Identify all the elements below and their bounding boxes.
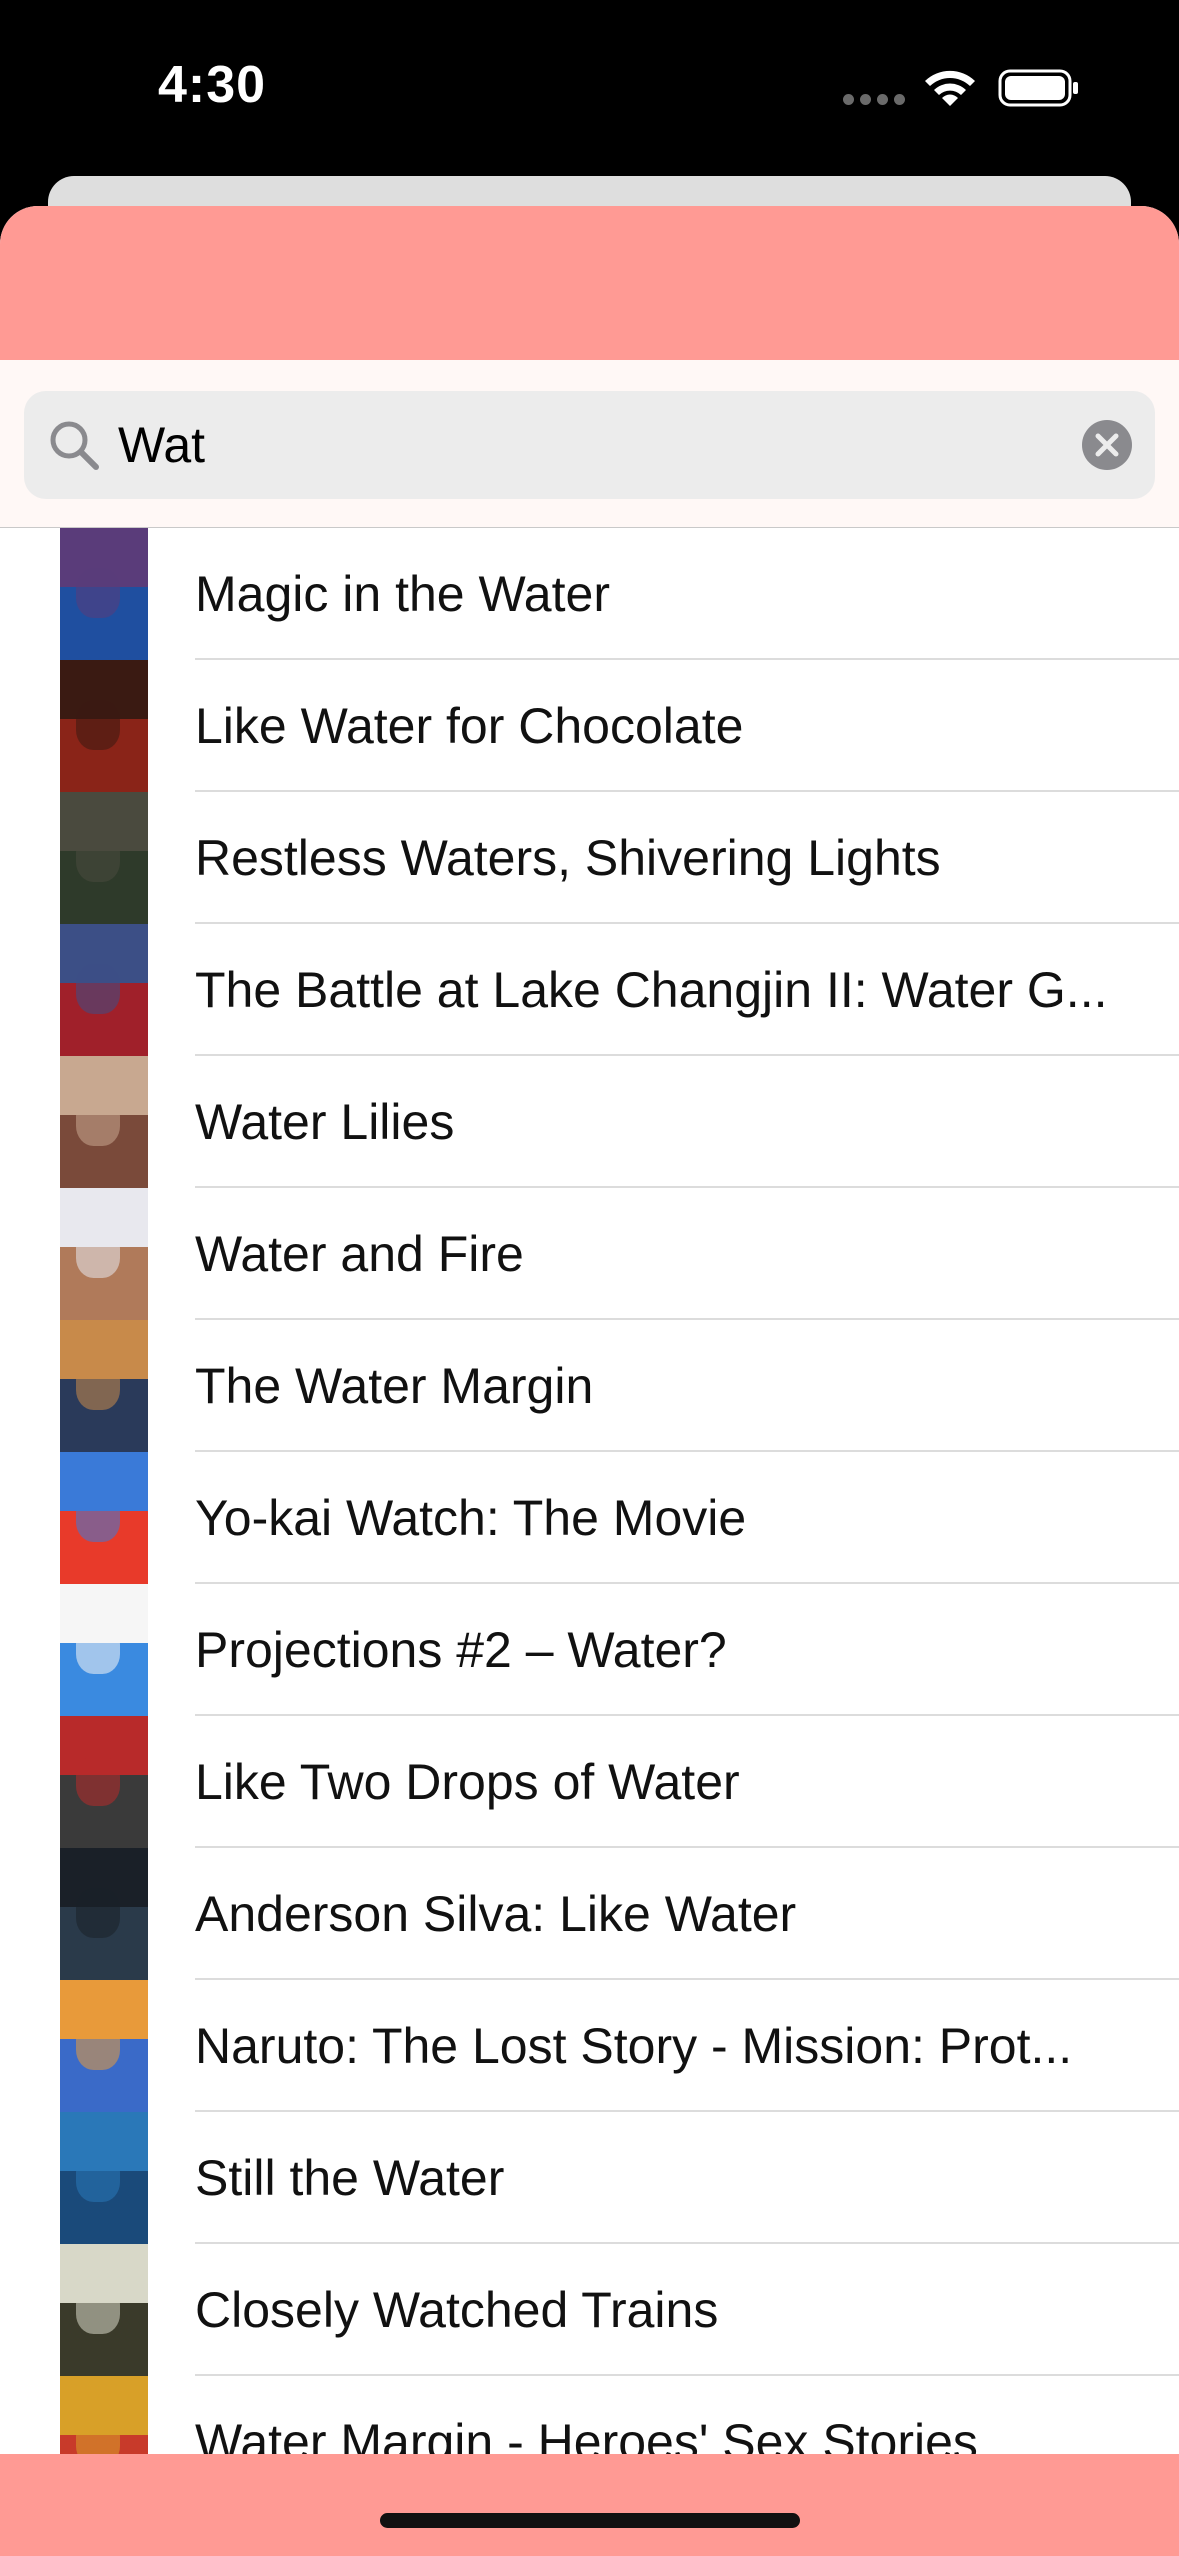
- cellular-signal-icon: [843, 94, 905, 106]
- nav-header: [0, 206, 1179, 360]
- movie-title: Water and Fire: [195, 1226, 524, 1282]
- list-item[interactable]: Naruto: The Lost Story - Mission: Prot..…: [0, 1980, 1179, 2112]
- list-item[interactable]: Still the Water: [0, 2112, 1179, 2244]
- search-input[interactable]: [118, 391, 1068, 499]
- list-item[interactable]: Anderson Silva: Like Water: [0, 1848, 1179, 1980]
- list-item[interactable]: Magic in the Water: [0, 528, 1179, 660]
- movie-title: The Water Margin: [195, 1358, 594, 1414]
- home-indicator[interactable]: [380, 2513, 800, 2528]
- search-sheet: Magic in the Water Like Water for Chocola…: [0, 206, 1179, 2556]
- poster-thumbnail: [60, 1848, 148, 1980]
- screen: 4:30 Magic in the WaterLike: [0, 0, 1179, 2556]
- list-item[interactable]: Like Two Drops of Water: [0, 1716, 1179, 1848]
- poster-thumbnail: [60, 1188, 148, 1320]
- movie-title: Magic in the Water: [195, 566, 610, 622]
- wifi-icon: [925, 70, 975, 106]
- list-item[interactable]: Like Water for Chocolate: [0, 660, 1179, 792]
- poster-thumbnail: [60, 2112, 148, 2244]
- list-item[interactable]: The Water Margin: [0, 1320, 1179, 1452]
- movie-title: Like Two Drops of Water: [195, 1754, 740, 1810]
- poster-thumbnail: [60, 1452, 148, 1584]
- list-item[interactable]: Yo-kai Watch: The Movie: [0, 1452, 1179, 1584]
- movie-title: Projections #2 – Water?: [195, 1622, 727, 1678]
- movie-title: Anderson Silva: Like Water: [195, 1886, 797, 1942]
- poster-thumbnail: [60, 660, 148, 792]
- movie-title: Naruto: The Lost Story - Mission: Prot..…: [195, 2018, 1073, 2074]
- poster-thumbnail: [60, 1056, 148, 1188]
- battery-icon: [998, 69, 1078, 107]
- list-item[interactable]: The Battle at Lake Changjin II: Water G.…: [0, 924, 1179, 1056]
- list-item[interactable]: Restless Waters, Shivering Lights: [0, 792, 1179, 924]
- movie-title: Like Water for Chocolate: [195, 698, 744, 754]
- poster-thumbnail: [60, 924, 148, 1056]
- movie-title: Restless Waters, Shivering Lights: [195, 830, 941, 886]
- movie-title: Still the Water: [195, 2150, 505, 2206]
- movie-title: The Battle at Lake Changjin II: Water G.…: [195, 962, 1108, 1018]
- list-item[interactable]: Projections #2 – Water?: [0, 1584, 1179, 1716]
- list-item[interactable]: Water Lilies: [0, 1056, 1179, 1188]
- poster-thumbnail: [60, 1584, 148, 1716]
- movie-title: Water Lilies: [195, 1094, 455, 1150]
- poster-thumbnail: [60, 1980, 148, 2112]
- poster-thumbnail: [60, 528, 148, 660]
- clear-icon[interactable]: [1082, 420, 1132, 470]
- poster-thumbnail: [60, 792, 148, 924]
- search-icon: [50, 421, 99, 470]
- list-item[interactable]: Water and Fire: [0, 1188, 1179, 1320]
- bottom-bar: [0, 2454, 1179, 2556]
- results-list[interactable]: Magic in the Water Like Water for Chocola…: [0, 528, 1179, 2556]
- poster-thumbnail: [60, 1716, 148, 1848]
- poster-thumbnail: [60, 1320, 148, 1452]
- movie-title: Yo-kai Watch: The Movie: [195, 1490, 747, 1546]
- status-time: 4:30: [158, 56, 267, 114]
- poster-thumbnail: [60, 2244, 148, 2376]
- list-item[interactable]: Closely Watched Trains: [0, 2244, 1179, 2376]
- movie-title: Closely Watched Trains: [195, 2282, 719, 2338]
- search-field[interactable]: [24, 391, 1155, 499]
